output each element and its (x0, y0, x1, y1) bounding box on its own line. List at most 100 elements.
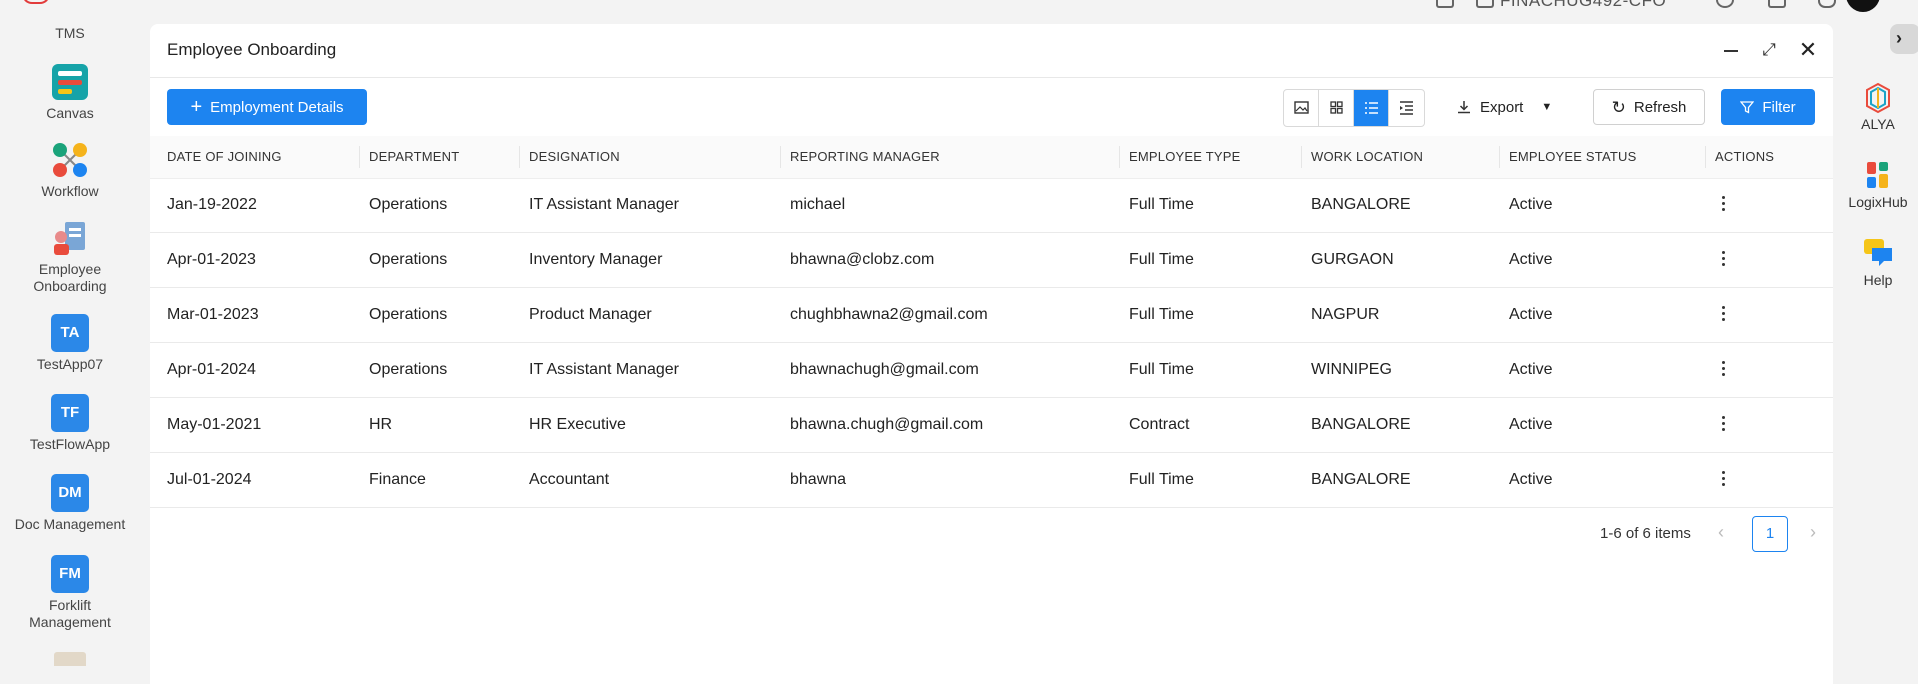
cell-work-location: BANGALORE (1311, 196, 1411, 213)
column-divider (359, 146, 360, 168)
sidebar-item-forklift-management[interactable]: FM Forklift Management (0, 555, 140, 631)
pagination: 1-6 of 6 items ‹ 1 › (150, 516, 1833, 552)
column-divider (1499, 146, 1500, 168)
row-actions-kebab-icon[interactable] (1715, 412, 1731, 436)
building-icon (1476, 0, 1494, 8)
cell-employee-status: Active (1509, 196, 1553, 213)
app-tile-icon: DM (51, 474, 89, 512)
table-row[interactable]: Jul-01-2024 Finance Accountant bhawna Fu… (150, 453, 1833, 508)
cell-reporting-manager: bhawnachugh@gmail.com (790, 361, 979, 378)
sidebar-item-workflow[interactable]: Workflow (0, 141, 140, 200)
column-divider (780, 146, 781, 168)
rail-item-logixhub[interactable]: LogixHub (1838, 158, 1918, 210)
chevron-right-icon: › (1896, 28, 1902, 48)
table-row[interactable]: Mar-01-2023 Operations Product Manager c… (150, 288, 1833, 343)
column-header-employee-status[interactable]: EMPLOYEE STATUS (1509, 136, 1637, 178)
minimize-button[interactable] (1719, 38, 1743, 62)
table-row[interactable]: Apr-01-2023 Operations Inventory Manager… (150, 233, 1833, 288)
cell-employee-type: Full Time (1129, 471, 1194, 488)
column-divider (1705, 146, 1706, 168)
table-body: Jan-19-2022 Operations IT Assistant Mana… (150, 178, 1833, 508)
row-actions-kebab-icon[interactable] (1715, 357, 1731, 381)
page-button-1[interactable]: 1 (1752, 516, 1788, 552)
cell-date-of-joining: Apr-01-2024 (167, 361, 256, 378)
row-actions-kebab-icon[interactable] (1715, 192, 1731, 216)
cell-employee-type: Full Time (1129, 361, 1194, 378)
list-icon (1365, 102, 1378, 114)
canvas-icon (51, 63, 89, 101)
cell-designation: Accountant (529, 471, 610, 488)
app-tile-icon: TA (51, 314, 89, 352)
sidebar-more-app-icon[interactable] (54, 652, 86, 666)
column-header-date-of-joining[interactable]: DATE OF JOINING (167, 136, 282, 178)
column-header-reporting-manager[interactable]: REPORTING MANAGER (790, 136, 940, 178)
export-button[interactable]: Export ▼ (1456, 89, 1566, 125)
bell-icon[interactable] (1818, 0, 1836, 8)
column-header-department[interactable]: DEPARTMENT (369, 136, 459, 178)
sidebar-item-label: Canvas (46, 105, 94, 121)
row-actions-kebab-icon[interactable] (1715, 247, 1731, 271)
cell-date-of-joining: Jan-19-2022 (167, 196, 257, 213)
sidebar-item-testflowapp[interactable]: TF TestFlowApp (0, 394, 140, 453)
rail-item-alya[interactable]: ALYA (1838, 80, 1918, 132)
rail-item-label: ALYA (1861, 116, 1895, 132)
row-actions-kebab-icon[interactable] (1715, 467, 1731, 491)
sidebar-item-label: Onboarding (33, 278, 107, 294)
cell-reporting-manager: bhawna.chugh@gmail.com (790, 416, 984, 433)
user-avatar[interactable] (1846, 0, 1880, 12)
cell-date-of-joining: May-01-2021 (167, 416, 262, 433)
cell-designation: IT Assistant Manager (529, 196, 679, 213)
cell-work-location: NAGPUR (1311, 306, 1380, 323)
notes-icon[interactable] (1768, 0, 1786, 8)
refresh-button[interactable]: ↻ Refresh (1593, 89, 1705, 125)
next-page-chevron-right-icon[interactable]: › (1810, 522, 1816, 543)
app-tile-icon: FM (51, 555, 89, 593)
maximize-button[interactable]: ⤢ (1757, 38, 1781, 62)
column-header-work-location[interactable]: WORK LOCATION (1311, 136, 1423, 178)
view-compact-button[interactable] (1389, 90, 1424, 126)
plus-icon: + (190, 96, 203, 118)
app-sidebar: TMS Canvas Workflow Employee Onboarding … (0, 0, 140, 666)
sidebar-item-canvas[interactable]: Canvas (0, 63, 140, 122)
column-divider (1119, 146, 1120, 168)
cell-designation: HR Executive (529, 416, 626, 433)
close-button[interactable]: ✕ (1796, 38, 1820, 62)
caret-down-icon: ▼ (1541, 101, 1553, 113)
view-grid-button[interactable] (1319, 90, 1354, 126)
sidebar-item-tms[interactable]: TMS (0, 25, 140, 42)
table-row[interactable]: Jan-19-2022 Operations IT Assistant Mana… (150, 178, 1833, 233)
sidebar-item-testapp07[interactable]: TA TestApp07 (0, 314, 140, 373)
table-row[interactable]: May-01-2021 HR HR Executive bhawna.chugh… (150, 398, 1833, 453)
org-name[interactable]: FINACHUG492-CFO (1500, 0, 1666, 11)
filter-button[interactable]: Filter (1721, 89, 1815, 125)
cell-employee-type: Full Time (1129, 251, 1194, 268)
download-icon (1458, 101, 1470, 114)
row-actions-kebab-icon[interactable] (1715, 302, 1731, 326)
sidebar-item-doc-management[interactable]: DM Doc Management (0, 474, 140, 533)
column-header-designation[interactable]: DESIGNATION (529, 136, 620, 178)
rail-collapse-button[interactable]: › (1890, 24, 1918, 54)
view-list-button[interactable] (1354, 90, 1389, 126)
table-row[interactable]: Apr-01-2024 Operations IT Assistant Mana… (150, 343, 1833, 398)
rail-item-help[interactable]: Help (1838, 236, 1918, 288)
view-image-button[interactable] (1284, 90, 1319, 126)
cell-employee-type: Full Time (1129, 196, 1194, 213)
app-tile-icon: TF (51, 394, 89, 432)
cell-employee-status: Active (1509, 306, 1553, 323)
apps-grid-icon[interactable] (1436, 0, 1454, 8)
alya-icon (1861, 80, 1895, 114)
add-button-label: Employment Details (210, 98, 344, 116)
workflow-icon (51, 141, 89, 179)
export-label: Export (1480, 98, 1524, 116)
column-header-employee-type[interactable]: EMPLOYEE TYPE (1129, 136, 1240, 178)
cell-work-location: BANGALORE (1311, 471, 1411, 488)
sidebar-item-employee-onboarding[interactable]: Employee Onboarding (0, 219, 140, 295)
add-employment-details-button[interactable]: + Employment Details (167, 89, 367, 125)
globe-icon[interactable] (1716, 0, 1734, 8)
filter-label: Filter (1762, 98, 1796, 116)
sidebar-item-label: Forklift (49, 597, 91, 613)
sidebar-item-label: Doc Management (14, 516, 126, 532)
prev-page-chevron-left-icon[interactable]: ‹ (1718, 522, 1724, 543)
pagination-summary: 1-6 of 6 items (1600, 525, 1691, 542)
indent-list-icon (1400, 101, 1413, 115)
